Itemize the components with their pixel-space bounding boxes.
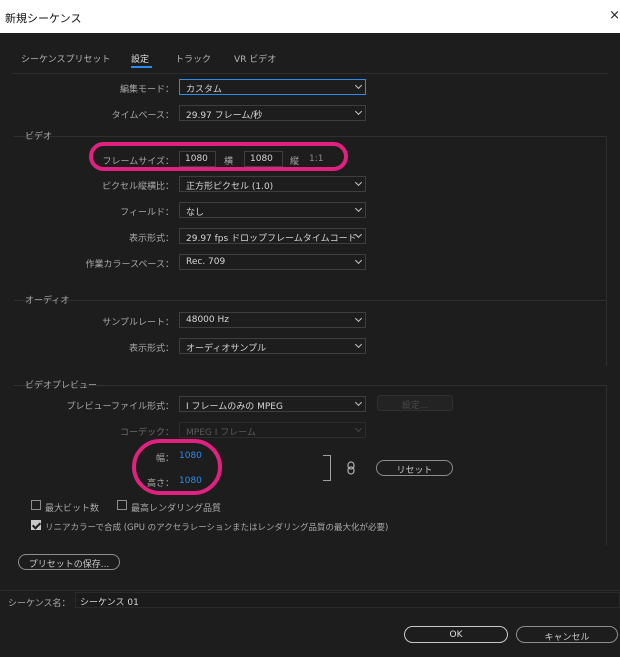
audio-section-title: オーディオ — [25, 296, 70, 306]
tab-vr-video[interactable]: VR ビデオ — [234, 52, 276, 65]
chevron-down-icon — [354, 256, 363, 265]
display-format-value: 29.97 fps ドロップフレームタイムコード — [186, 234, 357, 244]
pixel-aspect-label: ピクセル縦横比： — [101, 182, 174, 192]
tab-sequence-presets[interactable]: シーケンスプリセット — [21, 52, 111, 65]
video-section-title: ビデオ — [25, 132, 53, 142]
preview-format-label: プレビューファイル形式： — [66, 402, 174, 412]
color-space-select[interactable]: Rec. 709 — [179, 254, 366, 270]
field-value: なし — [186, 208, 205, 218]
chevron-down-icon — [354, 398, 363, 407]
chevron-down-icon — [354, 424, 363, 433]
chevron-down-icon — [354, 81, 363, 90]
display-format-select[interactable]: 29.97 fps ドロップフレームタイムコード — [179, 228, 366, 244]
window-title: 新規シーケンス — [5, 12, 82, 25]
edit-mode-label: 編集モード： — [119, 85, 174, 95]
codec-select[interactable]: MPEG I フレーム — [179, 422, 366, 438]
preview-section-title: ビデオプレビュー — [25, 381, 98, 391]
tab-divider — [12, 73, 608, 74]
chevron-down-icon — [354, 107, 363, 116]
dialog-body: シーケンスプリセット 設定 トラック VR ビデオ 編集モード： カスタム タイ… — [0, 33, 620, 657]
sample-rate-value: 48000 Hz — [186, 315, 229, 325]
chevron-down-icon — [354, 204, 363, 213]
sample-rate-label: サンプルレート： — [102, 318, 174, 328]
sequence-name-input[interactable]: シーケンス 01 — [75, 592, 620, 608]
pixel-aspect-value: 正方形ピクセル (1.0) — [186, 182, 274, 192]
codec-label: コーデック： — [119, 428, 174, 438]
ok-button[interactable]: OK — [404, 626, 508, 643]
edit-mode-value: カスタム — [186, 85, 223, 95]
frame-size-highlight — [89, 142, 348, 171]
max-bit-depth-label: 最大ビット数 — [45, 504, 100, 514]
title-bar: 新規シーケンス × — [0, 0, 620, 33]
max-render-quality-label: 最高レンダリング品質 — [131, 504, 222, 514]
pixel-aspect-select[interactable]: 正方形ピクセル (1.0) — [179, 176, 366, 192]
sample-rate-select[interactable]: 48000 Hz — [179, 312, 366, 328]
timebase-select[interactable]: 29.97 フレーム/秒 — [179, 105, 366, 121]
audio-display-format-label: 表示形式： — [128, 344, 174, 354]
field-select[interactable]: なし — [179, 202, 366, 218]
cancel-button[interactable]: キャンセル — [516, 626, 618, 643]
sequence-name-label: シーケンス名： — [8, 599, 71, 609]
chevron-down-icon — [354, 178, 363, 187]
linear-color-checkbox[interactable] — [31, 520, 41, 530]
chevron-down-icon — [354, 340, 363, 349]
chain-link-icon[interactable] — [347, 461, 355, 475]
preview-format-select[interactable]: I フレームのみの MPEG — [179, 396, 366, 412]
audio-section — [14, 300, 607, 366]
edit-mode-select[interactable]: カスタム — [179, 79, 366, 95]
audio-display-format-select[interactable]: オーディオサンプル — [179, 338, 366, 354]
color-space-value: Rec. 709 — [186, 257, 226, 267]
linear-color-label: リニアカラーで合成 (GPU のアクセラレーションまたはレンダリング品質の最大化… — [45, 523, 389, 533]
link-bracket — [323, 455, 331, 481]
timebase-value: 29.97 フレーム/秒 — [186, 111, 263, 121]
active-tab-indicator — [131, 66, 152, 68]
reset-button[interactable]: リセット — [376, 460, 453, 476]
audio-display-format-value: オーディオサンプル — [186, 344, 267, 354]
save-preset-button[interactable]: プリセットの保存... — [18, 554, 120, 570]
tab-tracks[interactable]: トラック — [175, 52, 211, 65]
codec-value: MPEG I フレーム — [186, 428, 256, 438]
preview-format-value: I フレームのみの MPEG — [186, 402, 283, 412]
field-label: フィールド： — [120, 208, 174, 218]
max-bit-depth-checkbox[interactable] — [31, 500, 41, 510]
preview-size-highlight — [132, 439, 222, 495]
timebase-label: タイムベース： — [111, 111, 174, 121]
preview-settings-button[interactable]: 設定... — [377, 395, 453, 411]
display-format-label: 表示形式： — [128, 234, 174, 244]
color-space-label: 作業カラースペース： — [85, 260, 174, 270]
chevron-down-icon — [354, 314, 363, 323]
close-icon[interactable]: × — [609, 8, 620, 23]
max-render-quality-checkbox[interactable] — [117, 500, 127, 510]
tab-settings[interactable]: 設定 — [131, 52, 149, 65]
